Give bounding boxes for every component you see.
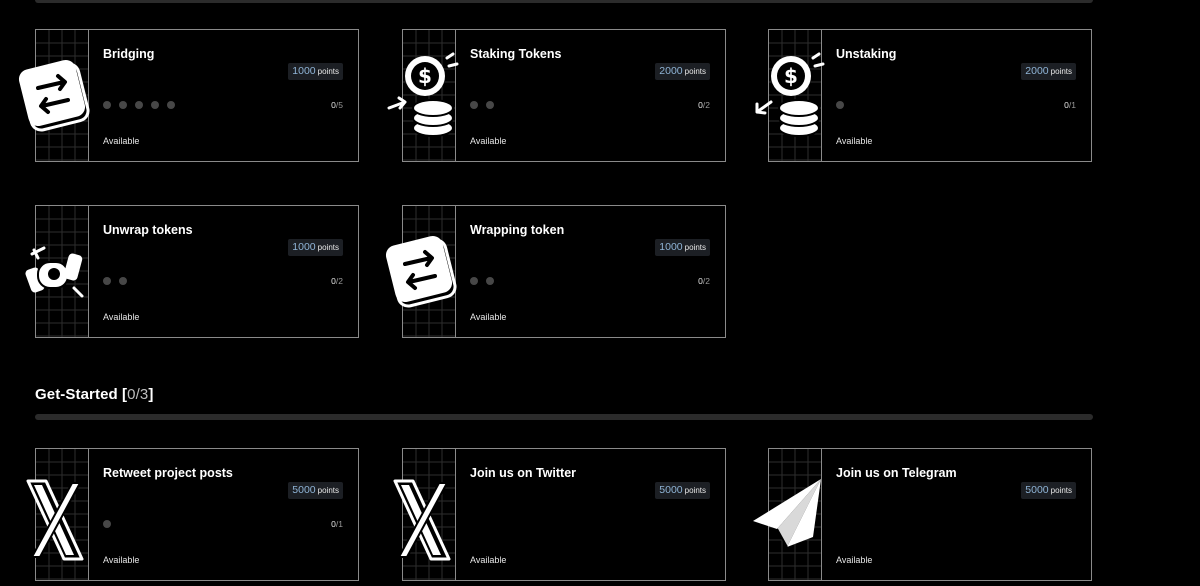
progress-dot — [836, 101, 844, 109]
progress-counter: 0/2 — [698, 276, 710, 286]
card-illustration: $ — [755, 30, 825, 161]
swap-arrows-icon — [18, 59, 90, 132]
card-illustration — [385, 206, 457, 337]
points-badge: 2000 points — [655, 63, 710, 80]
svg-text:$: $ — [784, 64, 798, 88]
progress-dots — [836, 101, 844, 109]
progress-dot — [103, 101, 111, 109]
card-illustration — [26, 449, 89, 580]
points-unit: points — [317, 486, 339, 495]
progress-dot — [470, 101, 478, 109]
status-text: Available — [103, 312, 140, 322]
points-unit: points — [1050, 486, 1072, 495]
progress-counter: 0/1 — [1064, 100, 1076, 110]
points-unit: points — [684, 486, 706, 495]
x-logo-icon — [393, 479, 451, 561]
card-illustration — [25, 206, 89, 337]
quest-card[interactable]: Retweet project posts 5000 points 0/1 Ava… — [26, 448, 359, 581]
status-text: Available — [470, 555, 507, 565]
card-title: Unstaking — [836, 47, 897, 61]
points-unit: points — [317, 243, 339, 252]
points-value: 1000 — [292, 241, 316, 253]
card-title: Join us on Telegram — [836, 466, 957, 480]
points-badge: 1000 points — [288, 63, 343, 80]
section-title-text: Get-Started — [35, 386, 118, 403]
quest-card[interactable]: $ Unstaking 2000 points 0/1 Available — [755, 29, 1092, 162]
card-illustration — [393, 449, 456, 580]
progress-dot — [119, 277, 127, 285]
progress-dots — [103, 277, 127, 285]
card-illustration: $ — [387, 30, 459, 161]
points-unit: points — [684, 67, 706, 76]
points-badge: 1000 points — [655, 239, 710, 256]
quest-card[interactable]: Join us on Telegram 5000 points Available — [753, 448, 1092, 581]
points-badge: 5000 points — [655, 482, 710, 499]
card-title: Staking Tokens — [470, 47, 562, 61]
progress-dot — [470, 277, 478, 285]
status-text: Available — [836, 555, 873, 565]
quest-card[interactable]: Unwrap tokens 1000 points 0/2 Available — [25, 205, 359, 338]
progress-dots — [103, 520, 111, 528]
card-illustration — [18, 30, 90, 161]
points-badge: 2000 points — [1021, 63, 1076, 80]
points-value: 5000 — [292, 484, 316, 496]
section-total-count: 3 — [139, 386, 149, 403]
points-badge: 1000 points — [288, 239, 343, 256]
svg-text:$: $ — [418, 64, 432, 88]
status-text: Available — [470, 312, 507, 322]
section-title-get-started: Get-Started [0/3] — [35, 386, 154, 403]
quest-card[interactable]: $ Staking Tokens 2000 points 0/2 Availabl… — [387, 29, 726, 162]
progress-dots — [470, 101, 494, 109]
section-progress-track — [35, 0, 1093, 3]
points-badge: 5000 points — [1021, 482, 1076, 499]
progress-dots — [470, 277, 494, 285]
progress-dot — [167, 101, 175, 109]
points-value: 1000 — [292, 65, 316, 77]
progress-dot — [119, 101, 127, 109]
card-title: Wrapping token — [470, 223, 565, 237]
swap-arrows-icon — [385, 235, 457, 308]
status-text: Available — [470, 136, 507, 146]
progress-counter: 0/1 — [331, 519, 343, 529]
card-title: Retweet project posts — [103, 466, 233, 480]
status-text: Available — [103, 136, 140, 146]
progress-dot — [151, 101, 159, 109]
progress-counter: 0/2 — [331, 276, 343, 286]
points-badge: 5000 points — [288, 482, 343, 499]
progress-dot — [486, 277, 494, 285]
points-unit: points — [1050, 67, 1072, 76]
progress-dots — [103, 101, 175, 109]
quest-card[interactable]: Wrapping token 1000 points 0/2 Available — [385, 205, 726, 338]
progress-counter: 0/2 — [698, 100, 710, 110]
card-title: Bridging — [103, 47, 155, 61]
points-value: 2000 — [1025, 65, 1049, 77]
dollar-coins-unstake-icon: $ — [755, 52, 825, 137]
progress-counter: 0/5 — [331, 100, 343, 110]
candy-unwrap-icon — [25, 246, 84, 298]
points-unit: points — [317, 67, 339, 76]
progress-dot — [103, 520, 111, 528]
card-title: Join us on Twitter — [470, 466, 577, 480]
card-title: Unwrap tokens — [103, 223, 193, 237]
progress-dot — [103, 277, 111, 285]
status-text: Available — [836, 136, 873, 146]
paper-plane-icon — [753, 479, 821, 548]
status-text: Available — [103, 555, 140, 565]
quest-card[interactable]: Bridging 1000 points 0/5 Available — [18, 29, 359, 162]
x-logo-icon — [26, 479, 84, 561]
points-unit: points — [684, 243, 706, 252]
progress-dot — [486, 101, 494, 109]
points-value: 5000 — [659, 484, 683, 496]
section-done-count: 0 — [127, 386, 136, 403]
progress-dot — [135, 101, 143, 109]
quest-card[interactable]: Join us on Twitter 5000 points Available — [393, 448, 726, 581]
points-value: 1000 — [659, 241, 683, 253]
section-progress-track — [35, 414, 1093, 420]
points-value: 5000 — [1025, 484, 1049, 496]
card-illustration — [753, 449, 822, 580]
points-value: 2000 — [659, 65, 683, 77]
dollar-coins-stake-icon: $ — [387, 52, 459, 137]
